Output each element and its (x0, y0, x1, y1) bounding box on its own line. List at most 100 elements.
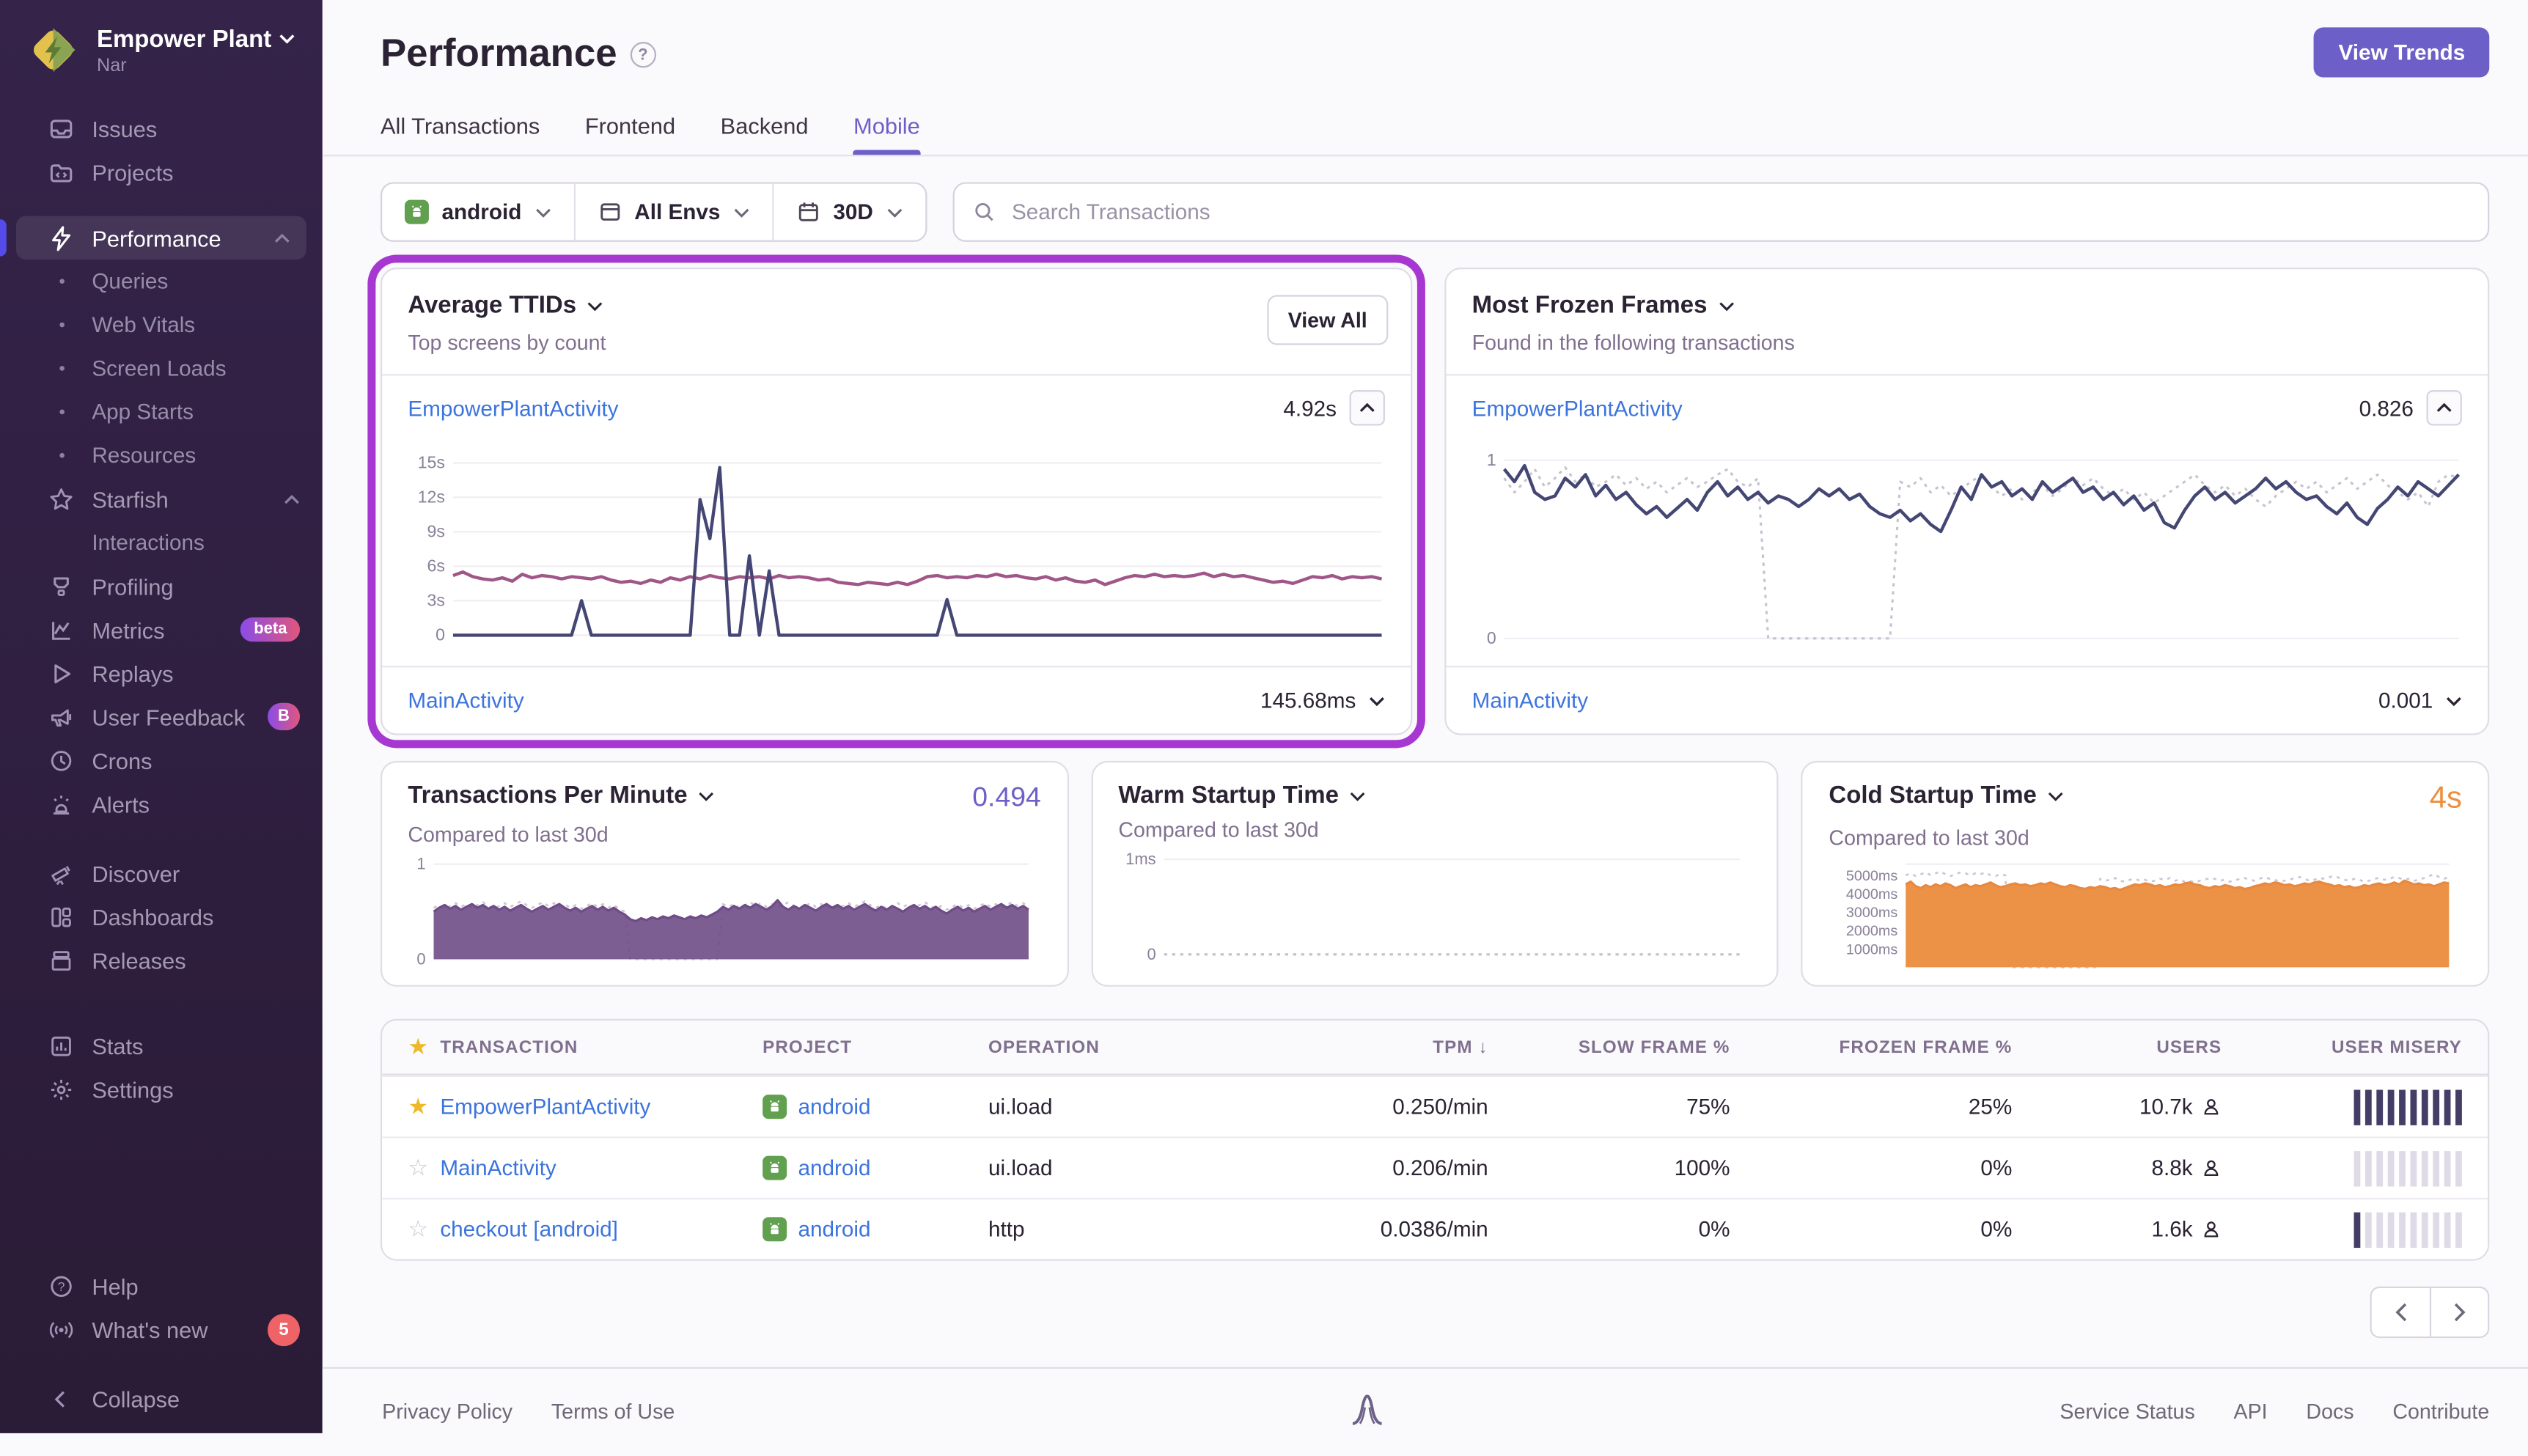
next-page-button[interactable] (2430, 1288, 2488, 1336)
sidebar-item-releases[interactable]: Releases (0, 938, 323, 982)
star-toggle[interactable]: ★ (382, 1093, 440, 1120)
sidebar-item-alerts[interactable]: Alerts (0, 782, 323, 826)
column-header[interactable]: TRANSACTION (440, 1037, 763, 1056)
search-input[interactable] (952, 182, 2490, 241)
table-row[interactable]: ★ EmpowerPlantActivity android ui.load 0… (382, 1076, 2488, 1137)
sidebar-item-issues[interactable]: Issues (0, 106, 323, 150)
tab-mobile[interactable]: Mobile (853, 113, 920, 155)
frozen-frames-chart[interactable]: 10 (1447, 435, 2488, 666)
content-area: android All Envs 30D (323, 156, 2528, 1338)
sidebar-item-stats[interactable]: Stats (0, 1023, 323, 1067)
bar-chart-icon (48, 1032, 74, 1058)
transaction-value: 0.826 (2359, 396, 2414, 420)
sidebar-item-whats-new[interactable]: What's new 5 (0, 1307, 323, 1350)
cold-startup-chart[interactable]: 5000ms4000ms3000ms2000ms1000ms (1829, 859, 2461, 980)
org-switcher[interactable]: Empower Plant Nar (0, 0, 323, 94)
sidebar-item-projects[interactable]: Projects (0, 150, 323, 194)
column-header[interactable]: USERS (2156, 1037, 2222, 1056)
sidebar-nav: Issues Projects Performance Queries Web … (0, 106, 323, 1111)
tab-backend[interactable]: Backend (721, 113, 809, 155)
api-link[interactable]: API (2234, 1399, 2268, 1423)
sidebar-item-label: Discover (92, 860, 180, 886)
svg-text:3s: 3s (427, 590, 445, 609)
chevron-down-icon (733, 207, 749, 217)
star-column-header-icon[interactable]: ★ (382, 1034, 440, 1061)
star-icon (48, 486, 74, 512)
megaphone-icon (48, 704, 74, 729)
column-header-sorted[interactable]: TPM ↓ (1433, 1037, 1488, 1056)
project-link[interactable]: android (798, 1217, 871, 1241)
star-toggle[interactable]: ☆ (382, 1216, 440, 1243)
sidebar-item-crons[interactable]: Crons (0, 738, 323, 782)
sidebar-item-performance[interactable]: Performance (16, 216, 306, 260)
privacy-policy-link[interactable]: Privacy Policy (382, 1399, 512, 1423)
sidebar-collapse-button[interactable]: Collapse (0, 1377, 323, 1420)
collapse-toggle-button[interactable] (1350, 390, 1385, 425)
beta-badge: beta (241, 617, 300, 641)
view-trends-button[interactable]: View Trends (2315, 27, 2490, 77)
transaction-link[interactable]: EmpowerPlantActivity (1472, 396, 1683, 420)
view-all-button[interactable]: View All (1267, 295, 1388, 345)
expand-toggle-button[interactable] (1369, 696, 1385, 705)
sidebar-item-settings[interactable]: Settings (0, 1067, 323, 1111)
transaction-link[interactable]: MainActivity (408, 688, 523, 713)
previous-page-button[interactable] (2372, 1288, 2430, 1336)
sidebar-item-resources[interactable]: Resources (0, 434, 323, 477)
tab-frontend[interactable]: Frontend (585, 113, 675, 155)
sidebar-item-web-vitals[interactable]: Web Vitals (0, 303, 323, 346)
environment-filter[interactable]: All Envs (573, 184, 772, 240)
table-row[interactable]: ☆ checkout [android] android http 0.0386… (382, 1198, 2488, 1260)
transaction-link[interactable]: MainActivity (1472, 688, 1588, 713)
column-header[interactable]: USER MISERY (2332, 1037, 2462, 1056)
tpm-chart[interactable]: 10 (408, 856, 1040, 977)
sidebar-item-starfish[interactable]: Starfish (0, 477, 323, 521)
contribute-link[interactable]: Contribute (2392, 1399, 2489, 1423)
column-header[interactable]: PROJECT (763, 1037, 988, 1056)
warm-startup-chart[interactable]: 1ms0 (1118, 851, 1751, 972)
docs-link[interactable]: Docs (2306, 1399, 2354, 1423)
sidebar-item-interactions[interactable]: Interactions (0, 521, 323, 564)
ttid-chart[interactable]: 15s12s9s6s3s0 (382, 435, 1411, 666)
terms-of-use-link[interactable]: Terms of Use (551, 1399, 675, 1423)
tab-all-transactions[interactable]: All Transactions (381, 113, 540, 155)
title-help-icon[interactable]: ? (630, 42, 655, 67)
frozen-frame-cell: 0% (1980, 1217, 2012, 1241)
sidebar-item-metrics[interactable]: Metrics beta (0, 608, 323, 651)
table-row[interactable]: ☆ MainActivity android ui.load 0.206/min… (382, 1136, 2488, 1198)
column-header[interactable]: SLOW FRAME % (1579, 1037, 1730, 1056)
widget-title[interactable]: Warm Startup Time (1118, 782, 1339, 809)
svg-text:1: 1 (1487, 450, 1496, 469)
widget-title[interactable]: Most Frozen Frames (1472, 292, 1708, 319)
transaction-link[interactable]: checkout [android] (440, 1217, 763, 1241)
expand-toggle-button[interactable] (2446, 696, 2462, 705)
sidebar-item-screen-loads[interactable]: Screen Loads (0, 347, 323, 390)
service-status-link[interactable]: Service Status (2059, 1399, 2194, 1423)
project-link[interactable]: android (798, 1156, 871, 1180)
project-link[interactable]: android (798, 1095, 871, 1119)
android-project-icon (763, 1156, 787, 1180)
chevron-down-icon (279, 34, 295, 43)
widget-title[interactable]: Cold Startup Time (1829, 782, 2036, 809)
transaction-link[interactable]: EmpowerPlantActivity (408, 396, 618, 420)
column-header[interactable]: OPERATION (988, 1037, 1230, 1056)
date-range-filter[interactable]: 30D (772, 184, 925, 240)
transactions-table: ★ TRANSACTION PROJECT OPERATION TPM ↓ SL… (381, 1019, 2489, 1261)
star-toggle[interactable]: ☆ (382, 1154, 440, 1181)
project-filter[interactable]: android (382, 184, 573, 240)
sidebar-item-user-feedback[interactable]: User Feedback B (0, 695, 323, 738)
sidebar-item-replays[interactable]: Replays (0, 651, 323, 694)
widget-title[interactable]: Transactions Per Minute (408, 782, 687, 809)
sidebar-item-dashboards[interactable]: Dashboards (0, 894, 323, 938)
widget-title[interactable]: Average TTIDs (408, 292, 576, 319)
sidebar-item-queries[interactable]: Queries (0, 260, 323, 303)
collapse-toggle-button[interactable] (2426, 390, 2461, 425)
sidebar-item-help[interactable]: ? Help (0, 1264, 323, 1307)
transaction-link[interactable]: EmpowerPlantActivity (440, 1095, 763, 1119)
lightning-icon (48, 225, 74, 251)
sidebar-item-discover[interactable]: Discover (0, 851, 323, 894)
sidebar-item-profiling[interactable]: Profiling (0, 565, 323, 608)
sidebar-item-app-starts[interactable]: App Starts (0, 390, 323, 433)
column-header[interactable]: FROZEN FRAME % (1840, 1037, 2013, 1056)
sidebar-item-label: Collapse (92, 1386, 180, 1411)
transaction-link[interactable]: MainActivity (440, 1156, 763, 1180)
